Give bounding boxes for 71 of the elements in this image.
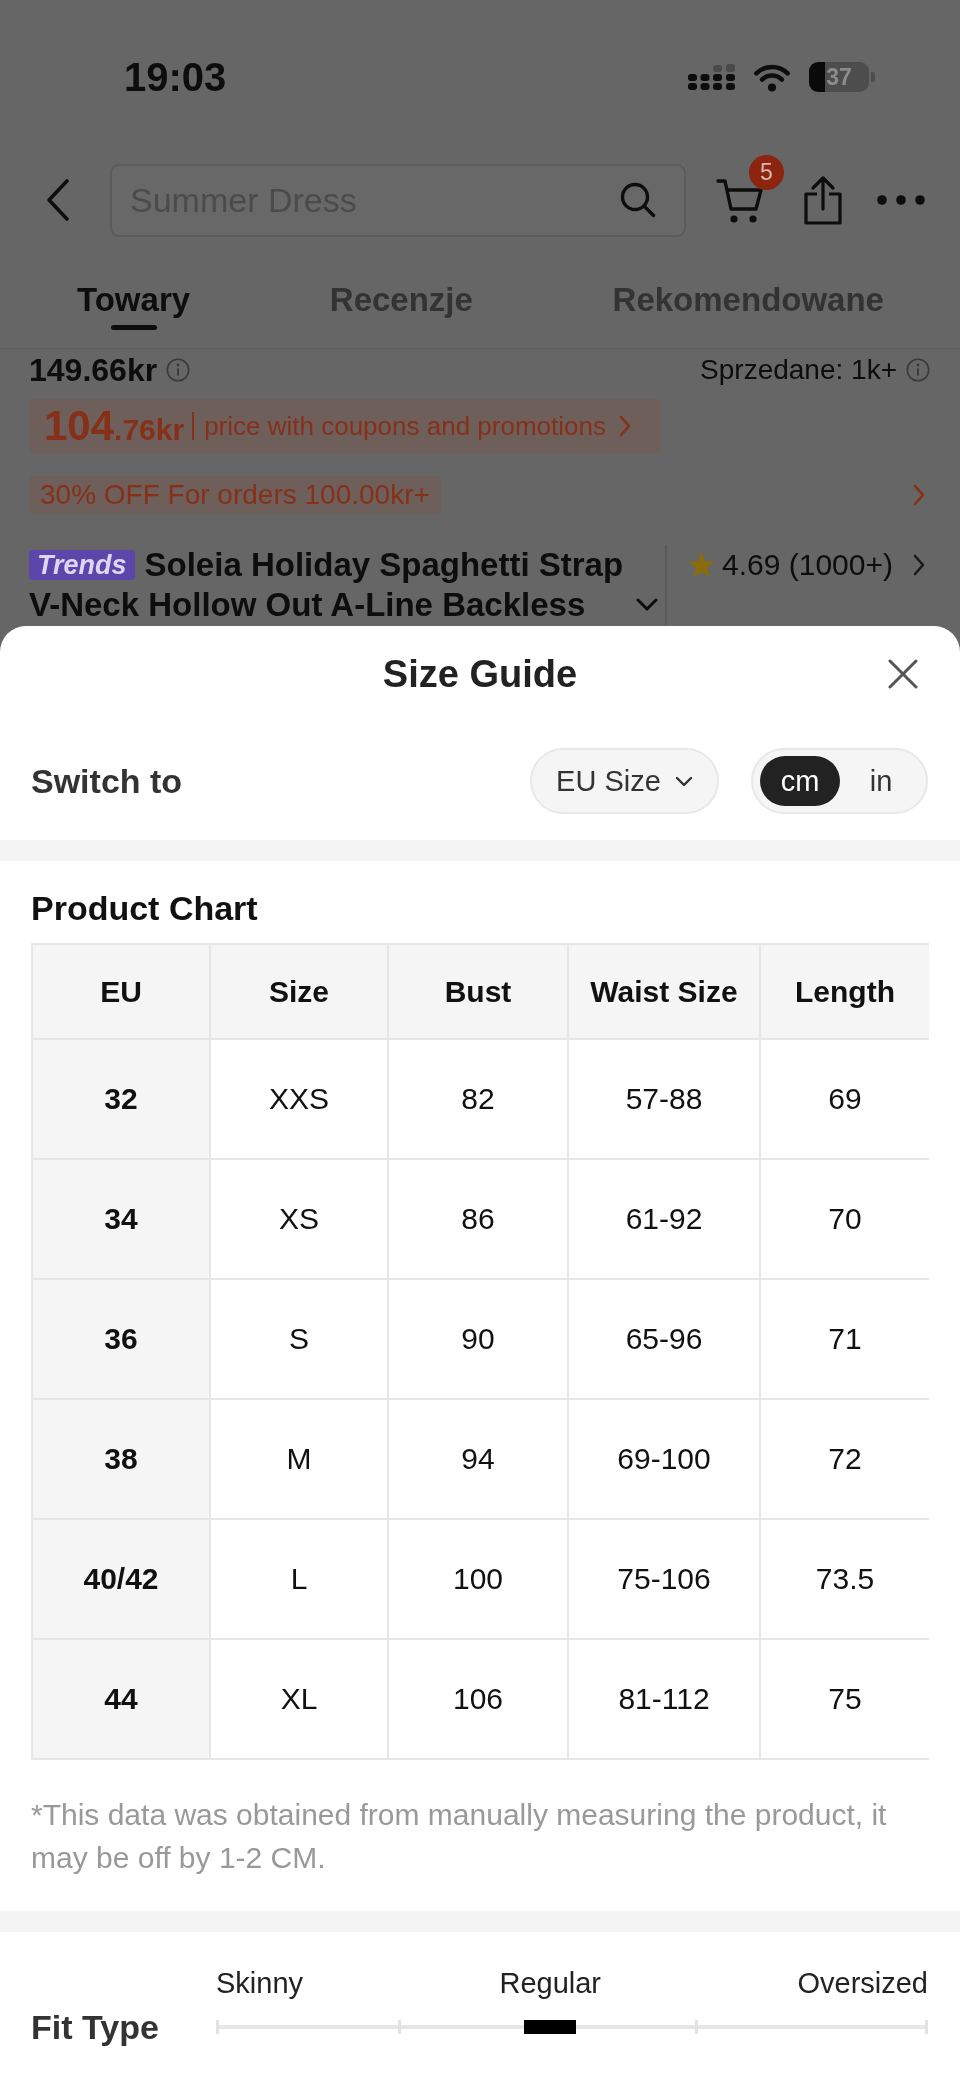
column-header: Length xyxy=(760,944,929,1039)
star-icon xyxy=(688,552,715,578)
row-header: 34 xyxy=(32,1159,210,1279)
table-cell: 75-106 xyxy=(568,1519,760,1639)
search-icon[interactable] xyxy=(620,181,656,218)
table-cell: 69-100 xyxy=(568,1399,760,1519)
wifi-icon xyxy=(752,62,792,92)
fit-type-label: Fit Type xyxy=(31,2007,160,2047)
row-header: 40/42 xyxy=(32,1519,210,1639)
switch-label: Switch to xyxy=(31,761,183,801)
table-cell: 71 xyxy=(760,1279,929,1399)
table-cell: 94 xyxy=(388,1399,568,1519)
share-icon[interactable] xyxy=(803,175,843,225)
table-cell: 106 xyxy=(388,1639,568,1759)
table-cell: 57-88 xyxy=(568,1039,760,1159)
sheet-title: Size Guide xyxy=(382,652,578,696)
battery-indicator: 37 xyxy=(809,62,875,92)
row-header: 38 xyxy=(32,1399,210,1519)
chevron-right-icon[interactable] xyxy=(912,554,925,576)
table-cell: 86 xyxy=(388,1159,568,1279)
row-header: 44 xyxy=(32,1639,210,1759)
status-time: 19:03 xyxy=(124,54,227,101)
table-cell: 73.5 xyxy=(760,1519,929,1639)
sold-count: Sprzedane: 1k+ xyxy=(700,353,897,387)
measurement-note: *This data was obtained from manually measuring the product, it may be off by 1-2 CM. xyxy=(31,1797,888,1876)
table-cell: 90 xyxy=(388,1279,568,1399)
table-cell: 69 xyxy=(760,1039,929,1159)
caret-icon xyxy=(674,775,693,787)
fit-option-label: Regular xyxy=(499,1966,602,2001)
table-cell: M xyxy=(210,1399,388,1519)
original-price: 149.66kr xyxy=(29,352,158,388)
table-cell: XL xyxy=(210,1639,388,1759)
table-cell: L xyxy=(210,1519,388,1639)
close-icon[interactable] xyxy=(888,659,918,689)
row-header: 32 xyxy=(32,1039,210,1159)
table-cell: 100 xyxy=(388,1519,568,1639)
table-cell: 61-92 xyxy=(568,1159,760,1279)
chevron-down-icon[interactable] xyxy=(636,598,658,612)
info-icon[interactable] xyxy=(906,358,930,382)
table-cell: 82 xyxy=(388,1039,568,1159)
size-system-dropdown[interactable]: EU Size xyxy=(530,748,719,814)
table-cell: S xyxy=(210,1279,388,1399)
chart-title: Product Chart xyxy=(30,888,259,928)
table-cell: 65-96 xyxy=(568,1279,760,1399)
column-header: Bust xyxy=(388,944,568,1039)
coupon-price: 104.76kr xyxy=(44,405,185,447)
row-header: 36 xyxy=(32,1279,210,1399)
table-cell: XS xyxy=(210,1159,388,1279)
product-title: Trends Soleia Holiday Spaghetti Strap V-Neck Hollow Out A-Line Backless xyxy=(29,545,625,625)
column-header: Size xyxy=(210,944,388,1039)
column-header: Waist Size xyxy=(568,944,760,1039)
info-icon[interactable] xyxy=(166,358,191,382)
fit-option-label: Oversized xyxy=(797,1966,928,2001)
table-cell: 75 xyxy=(760,1639,929,1759)
more-icon[interactable] xyxy=(877,195,925,205)
trends-badge: Trends xyxy=(29,550,135,580)
cart-count-badge: 5 xyxy=(749,155,784,190)
unit-option[interactable]: cm xyxy=(760,756,840,806)
promotion-tag: 30% OFF For orders 100.00kr+ xyxy=(29,476,441,514)
unit-option[interactable]: in xyxy=(843,756,919,806)
table-cell: 81-112 xyxy=(568,1639,760,1759)
table-cell: 72 xyxy=(760,1399,929,1519)
column-header: EU xyxy=(32,944,210,1039)
table-cell: 70 xyxy=(760,1159,929,1279)
fit-option-label: Skinny xyxy=(216,1966,304,2001)
back-icon[interactable] xyxy=(45,178,70,222)
chevron-right-icon xyxy=(618,415,631,437)
table-cell: XXS xyxy=(210,1039,388,1159)
tab[interactable]: Towary xyxy=(77,282,191,330)
coupon-note: price with coupons and promotions xyxy=(204,410,606,442)
cellular-signal-icon xyxy=(688,64,735,90)
